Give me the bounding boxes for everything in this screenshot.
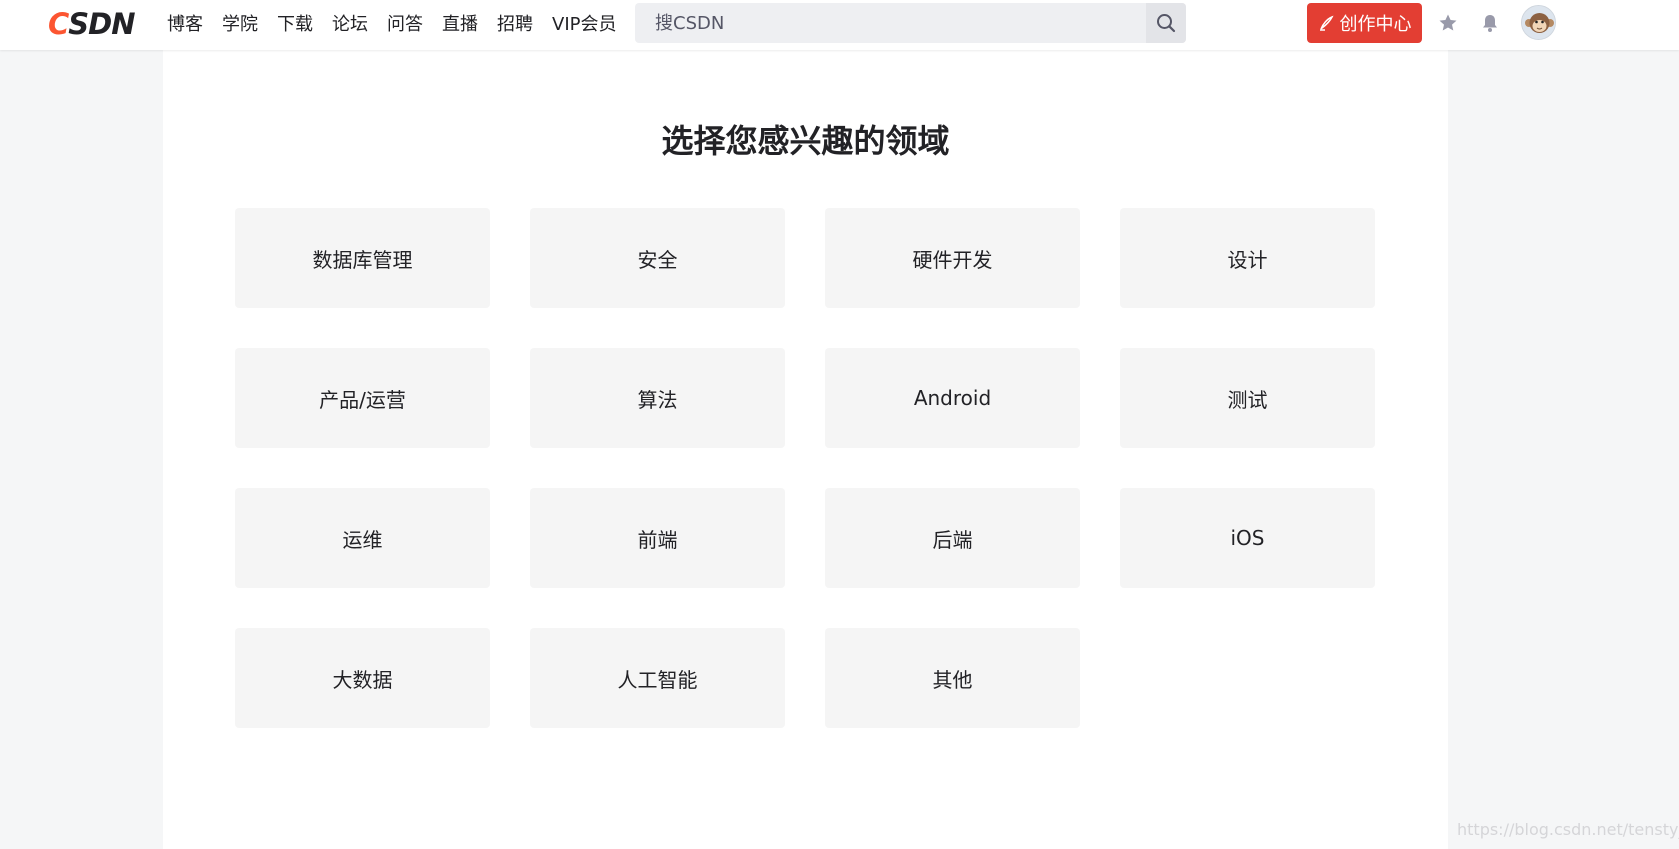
watermark: https://blog.csdn.net/tensty_zh: [1457, 820, 1679, 839]
create-center-label: 创作中心: [1339, 14, 1412, 35]
nav-item-academy[interactable]: 学院: [222, 10, 258, 36]
domain-card-other[interactable]: 其他: [825, 628, 1080, 728]
domain-card-backend[interactable]: 后端: [825, 488, 1080, 588]
domain-card-security[interactable]: 安全: [530, 208, 785, 308]
notifications-button[interactable]: [1478, 11, 1502, 35]
domain-card-frontend[interactable]: 前端: [530, 488, 785, 588]
domain-card-bigdata[interactable]: 大数据: [235, 628, 490, 728]
nav-item-live[interactable]: 直播: [442, 10, 478, 36]
domain-card-hardware[interactable]: 硬件开发: [825, 208, 1080, 308]
search-input[interactable]: [635, 3, 1145, 43]
favorites-button[interactable]: [1436, 11, 1460, 35]
domain-card-product-ops[interactable]: 产品/运营: [235, 348, 490, 448]
domain-card-devops[interactable]: 运维: [235, 488, 490, 588]
main-content: 选择您感兴趣的领域 数据库管理 安全 硬件开发 设计 产品/运营 算法 Andr…: [163, 50, 1448, 849]
nav-item-vip[interactable]: VIP会员: [552, 10, 616, 36]
search-button[interactable]: [1146, 3, 1186, 43]
top-navbar: CSDN 博客 学院 下载 论坛 问答 直播 招聘 VIP会员 创作中心: [0, 0, 1679, 50]
nav-item-download[interactable]: 下载: [277, 10, 313, 36]
domain-grid: 数据库管理 安全 硬件开发 设计 产品/运营 算法 Android 测试 运维 …: [235, 208, 1375, 728]
domain-card-algorithm[interactable]: 算法: [530, 348, 785, 448]
search-bar: [635, 3, 1186, 43]
search-icon: [1157, 14, 1176, 33]
nav-item-forum[interactable]: 论坛: [332, 10, 368, 36]
logo-c: C: [48, 7, 69, 41]
domain-card-ios[interactable]: iOS: [1120, 488, 1375, 588]
logo-rest: SDN: [68, 7, 135, 41]
domain-card-design[interactable]: 设计: [1120, 208, 1375, 308]
domain-card-database[interactable]: 数据库管理: [235, 208, 490, 308]
bell-icon: [1483, 15, 1497, 32]
csdn-logo[interactable]: C SDN: [48, 8, 146, 40]
nav-item-blog[interactable]: 博客: [167, 10, 203, 36]
domain-card-android[interactable]: Android: [825, 348, 1080, 448]
create-center-button[interactable]: 创作中心: [1307, 3, 1422, 43]
page-title: 选择您感兴趣的领域: [661, 122, 950, 160]
pen-icon: [1318, 15, 1334, 31]
star-icon: [1439, 14, 1457, 31]
nav-item-jobs[interactable]: 招聘: [497, 10, 533, 36]
avatar[interactable]: [1521, 5, 1556, 40]
main-nav: 博客 学院 下载 论坛 问答 直播 招聘 VIP会员: [167, 0, 635, 46]
nav-item-qa[interactable]: 问答: [387, 10, 423, 36]
monkey-avatar-icon: [1522, 6, 1555, 39]
domain-card-ai[interactable]: 人工智能: [530, 628, 785, 728]
domain-card-testing[interactable]: 测试: [1120, 348, 1375, 448]
